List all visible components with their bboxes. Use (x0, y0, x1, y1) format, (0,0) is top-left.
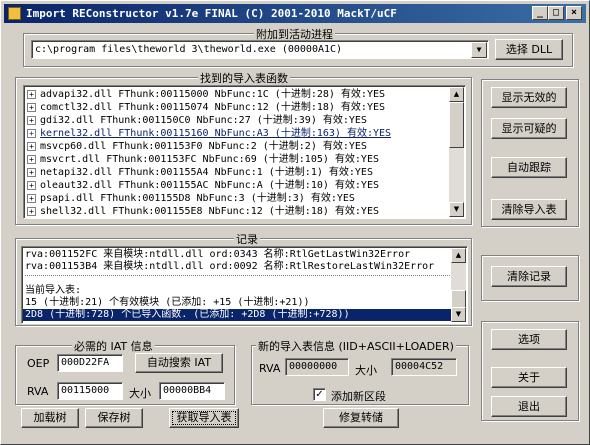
size-input[interactable]: 00000BB4 (159, 382, 225, 400)
tree-item[interactable]: + advapi32.dll FThunk:00115000 NbFunc:1C … (27, 88, 385, 101)
app-icon (8, 7, 21, 20)
maximize-button[interactable]: □ (548, 6, 564, 20)
expand-icon[interactable]: + (27, 128, 36, 138)
tree-item[interactable]: + gdi32.dll FThunk:001150C0 NbFunc:27 (十进… (27, 114, 367, 127)
title-bar[interactable]: Import REConstructor v1.7e FINAL (C) 200… (4, 4, 586, 23)
show-invalid-button[interactable]: 显示无效的 (491, 87, 567, 108)
log-divider (25, 275, 450, 276)
log-line: 当前导入表: (25, 285, 82, 296)
load-tree-button[interactable]: 加载树 (21, 408, 79, 428)
expand-icon[interactable]: + (27, 89, 36, 99)
expand-icon[interactable]: + (27, 206, 36, 216)
log-line: 15 (十进制:21) 个有效模块 (已添加: +15 (十进制:+21)) (25, 297, 310, 308)
rva-input[interactable]: 00115000 (57, 382, 123, 400)
log-group-label: 记录 (234, 231, 260, 247)
tree-item[interactable]: + shell32.dll FThunk:001155E8 NbFunc:12 (… (27, 205, 379, 218)
expand-icon[interactable]: + (27, 193, 36, 203)
tree-item-selected[interactable]: + kernel32.dll FThunk:00115160 NbFunc:A3 … (27, 127, 391, 140)
log-scrollbar[interactable]: ▲ ▼ (451, 248, 466, 322)
log-line-selected: 2D8 (十进制:728) 个已导入函数. (已添加: +2D8 (十进制:+7… (23, 309, 451, 321)
about-button[interactable]: 关于 (491, 367, 567, 388)
new-rva-label: RVA (259, 362, 281, 375)
add-section-checkbox[interactable]: ✓ (313, 388, 326, 401)
clear-log-button[interactable]: 清除记录 (491, 266, 567, 287)
log-line: rva:001152FC 来自模块:ntdll.dll ord:0343 名称:… (25, 249, 411, 260)
options-button[interactable]: 选项 (491, 329, 567, 350)
process-value: c:\program files\theworld 3\theworld.exe… (35, 44, 343, 55)
new-size-label: 大小 (355, 364, 377, 377)
tree-item[interactable]: + netapi32.dll FThunk:001155A4 NbFunc:1 (… (27, 166, 373, 179)
new-import-group-label: 新的导入表信息 (IID+ASCII+LOADER) (256, 338, 456, 354)
expand-icon[interactable]: + (27, 102, 36, 112)
scroll-up-icon[interactable]: ▲ (451, 248, 466, 263)
log-listbox[interactable]: rva:001152FC 来自模块:ntdll.dll ord:0343 名称:… (21, 246, 468, 324)
iat-group-label: 必需的 IAT 信息 (72, 338, 155, 354)
show-suspect-button[interactable]: 显示可疑的 (491, 118, 567, 139)
size-label: 大小 (129, 387, 151, 400)
tree-item[interactable]: + comctl32.dll FThunk:00115074 NbFunc:12 … (27, 101, 385, 114)
clear-imports-button[interactable]: 清除导入表 (491, 199, 567, 220)
new-size-value: 00004C52 (391, 358, 457, 376)
new-rva-value: 00000000 (285, 358, 349, 376)
process-combobox[interactable]: c:\program files\theworld 3\theworld.exe… (31, 40, 489, 59)
auto-trace-button[interactable]: 自动跟踪 (491, 157, 567, 178)
select-dll-button[interactable]: 选择 DLL (495, 39, 563, 60)
oep-label: OEP (27, 357, 50, 370)
close-button[interactable]: × (566, 6, 582, 20)
tree-item[interactable]: + psapi.dll FThunk:001155D8 NbFunc:3 (十进制… (27, 192, 355, 205)
auto-search-iat-button[interactable]: 自动搜索 IAT (135, 353, 223, 373)
add-section-label[interactable]: 添加新区段 (331, 388, 386, 404)
log-line: rva:001153B4 来自模块:ntdll.dll ord:0092 名称:… (25, 261, 435, 272)
scroll-down-icon[interactable]: ▼ (449, 202, 464, 217)
imports-group-label: 找到的导入表函数 (198, 70, 290, 86)
get-imports-button[interactable]: 获取导入表 (169, 408, 239, 428)
chevron-down-icon[interactable]: ▼ (471, 42, 487, 58)
expand-icon[interactable]: + (27, 141, 36, 151)
tree-item[interactable]: + msvcrt.dll FThunk:001153FC NbFunc:69 (十… (27, 153, 379, 166)
oep-input[interactable]: 000D22FA (57, 354, 123, 372)
exit-button[interactable]: 退出 (491, 396, 567, 417)
expand-icon[interactable]: + (27, 180, 36, 190)
main-window: Import REConstructor v1.7e FINAL (C) 200… (0, 0, 590, 445)
imports-scrollbar[interactable]: ▲ ▼ (449, 87, 464, 217)
expand-icon[interactable]: + (27, 154, 36, 164)
minimize-button[interactable]: _ (532, 6, 548, 20)
expand-icon[interactable]: + (27, 115, 36, 125)
scroll-down-icon[interactable]: ▼ (451, 307, 466, 322)
fix-dump-button[interactable]: 修复转储 (323, 408, 399, 428)
scroll-thumb[interactable] (451, 290, 466, 308)
rva-label: RVA (27, 385, 49, 398)
scroll-thumb[interactable] (449, 102, 464, 148)
scroll-up-icon[interactable]: ▲ (449, 87, 464, 102)
expand-icon[interactable]: + (27, 167, 36, 177)
imports-tree[interactable]: + advapi32.dll FThunk:00115000 NbFunc:1C … (23, 85, 466, 219)
tree-item[interactable]: + msvcp60.dll FThunk:001153F0 NbFunc:2 (十… (27, 140, 367, 153)
save-tree-button[interactable]: 保存树 (85, 408, 143, 428)
window-title: Import REConstructor v1.7e FINAL (C) 200… (26, 7, 397, 20)
tree-item[interactable]: + oleaut32.dll FThunk:001155AC NbFunc:A (… (27, 179, 379, 192)
